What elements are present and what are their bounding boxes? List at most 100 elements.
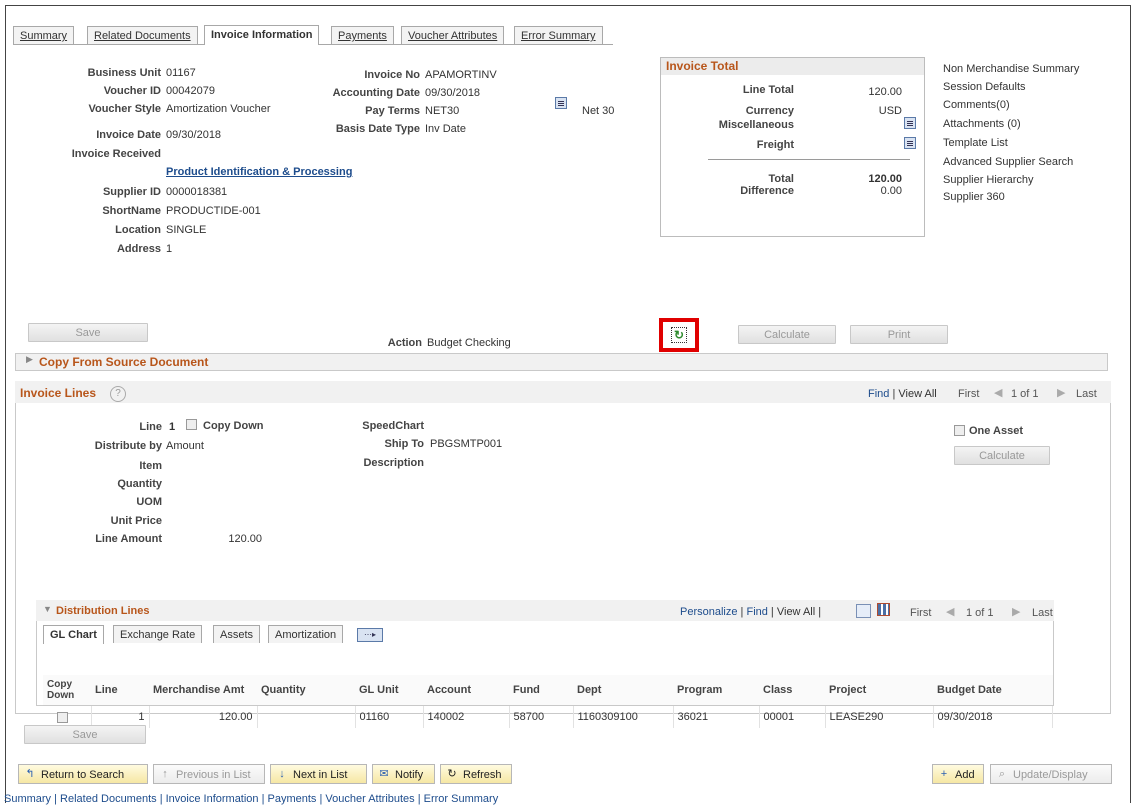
personalize-link[interactable]: Personalize	[680, 606, 737, 618]
ship-to-value[interactable]: PBGSMTP001	[430, 438, 502, 450]
link-supplier-360[interactable]: Supplier 360	[943, 191, 1005, 203]
cell-project[interactable]: LEASE290	[825, 705, 934, 728]
print-button[interactable]: Print	[850, 325, 948, 344]
col-fund: Fund	[509, 675, 573, 706]
location-label: Location	[115, 224, 161, 236]
pay-terms-lookup-icon[interactable]	[555, 97, 567, 109]
basis-date-type-value: Inv Date	[425, 123, 466, 135]
copy-from-source-title[interactable]: Copy From Source Document	[39, 355, 208, 369]
voucher-id-label: Voucher ID	[103, 85, 161, 97]
accounting-date-label: Accounting Date	[332, 87, 420, 99]
invoice-received-label: Invoice Received	[71, 148, 161, 160]
link-separator: |	[815, 606, 822, 618]
row-copy-down-checkbox[interactable]	[57, 711, 68, 723]
notify-icon: ✉	[379, 768, 389, 780]
cell-fund[interactable]: 58700	[509, 705, 574, 728]
distribution-view-all-link[interactable]: View All	[777, 606, 815, 618]
cell-account[interactable]: 140002	[423, 705, 510, 728]
cell-gl-unit[interactable]: 01160	[355, 705, 424, 728]
copy-down-checkbox[interactable]	[186, 419, 197, 430]
calculate-button-lines[interactable]: Calculate	[954, 446, 1050, 465]
action-value[interactable]: Budget Checking	[427, 337, 511, 349]
tab-summary[interactable]: Summary	[13, 26, 75, 44]
accounting-date-value: 09/30/2018	[425, 87, 481, 99]
one-asset-label: One Asset	[969, 425, 1024, 437]
link-comments[interactable]: Comments(0)	[943, 99, 1010, 111]
calculate-button-top[interactable]: Calculate	[738, 325, 836, 344]
tab-voucher-attributes[interactable]: Voucher Attributes	[401, 26, 505, 44]
pay-terms-value: NET30	[425, 105, 460, 117]
expand-triangle-icon[interactable]: ▶	[26, 354, 33, 365]
cell-quantity[interactable]	[257, 705, 356, 728]
add-button[interactable]: + Add	[932, 764, 984, 784]
invoice-lines-find-link[interactable]: Find	[868, 388, 889, 400]
next-arrow-icon[interactable]: ▶	[1057, 386, 1065, 399]
invoice-lines-first: First	[958, 388, 980, 400]
previous-in-list-button[interactable]: ↑ Previous in List	[153, 764, 265, 784]
return-to-search-button[interactable]: ↰ Return to Search	[18, 764, 148, 784]
ship-to-label: Ship To	[384, 438, 424, 450]
cell-budget-date[interactable]: 09/30/2018	[933, 705, 1053, 728]
tab-payments[interactable]: Payments	[331, 26, 394, 44]
cell-merchandise-amt[interactable]: 120.00	[149, 705, 258, 728]
show-all-columns-icon[interactable]: ⋯▸	[357, 628, 383, 642]
footer-links[interactable]: Summary | Related Documents | Invoice In…	[4, 793, 498, 805]
col-dept: Dept	[573, 675, 673, 706]
currency-label: Currency	[745, 105, 794, 117]
freight-detail-icon[interactable]	[904, 137, 916, 149]
cell-dept[interactable]: 1160309100	[573, 705, 674, 728]
collapse-triangle-icon[interactable]: ▼	[43, 604, 52, 614]
distribution-first: First	[910, 607, 932, 619]
col-line: Line	[91, 675, 149, 706]
miscellaneous-detail-icon[interactable]	[904, 117, 916, 129]
download-excel-icon[interactable]	[877, 603, 890, 616]
table-row: 1 120.00 01160 140002 58700 1160309100 3…	[43, 705, 1053, 728]
distribution-previous-icon[interactable]: ◀	[946, 605, 954, 618]
link-advanced-supplier-search[interactable]: Advanced Supplier Search	[943, 156, 1073, 168]
link-non-merchandise-summary[interactable]: Non Merchandise Summary	[943, 63, 1079, 75]
help-icon[interactable]: ?	[110, 386, 126, 402]
tab-related-documents[interactable]: Related Documents	[87, 26, 198, 44]
cell-program[interactable]: 36021	[673, 705, 760, 728]
link-attachments[interactable]: Attachments (0)	[943, 118, 1021, 130]
distribution-next-icon[interactable]: ▶	[1012, 605, 1020, 618]
distribution-grid: Copy Down Line Merchandise Amt Quantity …	[43, 675, 1053, 728]
supplier-id-label: Supplier ID	[102, 186, 161, 198]
tab-exchange-rate[interactable]: Exchange Rate	[113, 625, 203, 643]
notify-button[interactable]: ✉ Notify	[372, 764, 435, 784]
total-value: 120.00	[868, 173, 902, 185]
save-button-top[interactable]: Save	[28, 323, 148, 342]
tab-invoice-information[interactable]: Invoice Information	[204, 25, 320, 45]
pay-terms-label: Pay Terms	[365, 105, 420, 117]
tab-amortization[interactable]: Amortization	[268, 625, 344, 643]
next-in-list-button[interactable]: ↓ Next in List	[270, 764, 367, 784]
grid-header-row: Copy Down Line Merchandise Amt Quantity …	[43, 675, 1053, 706]
product-identification-link[interactable]: Product Identification & Processing	[166, 166, 352, 178]
tab-gl-chart[interactable]: GL Chart	[43, 625, 104, 644]
update-display-button[interactable]: ⌕ Update/Display	[990, 764, 1112, 784]
distribution-lines-title: Distribution Lines	[56, 605, 150, 617]
invoice-lines-count: 1 of 1	[1011, 388, 1039, 400]
cell-class[interactable]: 00001	[759, 705, 826, 728]
run-action-icon[interactable]: ↻	[671, 327, 687, 343]
distribute-by-value[interactable]: Amount	[166, 440, 204, 452]
link-session-defaults[interactable]: Session Defaults	[943, 81, 1026, 93]
line-total-label: Line Total	[742, 84, 794, 96]
invoice-lines-view-all-link[interactable]: View All	[898, 388, 936, 400]
previous-arrow-icon[interactable]: ◀	[994, 386, 1002, 399]
tab-assets[interactable]: Assets	[213, 625, 261, 643]
invoice-date-value: 09/30/2018	[166, 129, 222, 141]
tab-error-summary[interactable]: Error Summary	[514, 26, 603, 44]
line-label: Line	[139, 421, 162, 433]
one-asset-checkbox[interactable]	[954, 425, 965, 436]
link-template-list[interactable]: Template List	[943, 137, 1008, 149]
zoom-grid-icon[interactable]	[856, 604, 871, 618]
invoice-lines-last: Last	[1076, 388, 1097, 400]
basis-date-type-label: Basis Date Type	[335, 123, 420, 135]
description-label: Description	[363, 457, 424, 469]
save-button-bottom[interactable]: Save	[24, 725, 146, 744]
link-supplier-hierarchy[interactable]: Supplier Hierarchy	[943, 174, 1033, 186]
distribution-find-link[interactable]: Find	[746, 606, 767, 618]
refresh-button[interactable]: ↻ Refresh	[440, 764, 512, 784]
address-value: 1	[166, 243, 173, 255]
